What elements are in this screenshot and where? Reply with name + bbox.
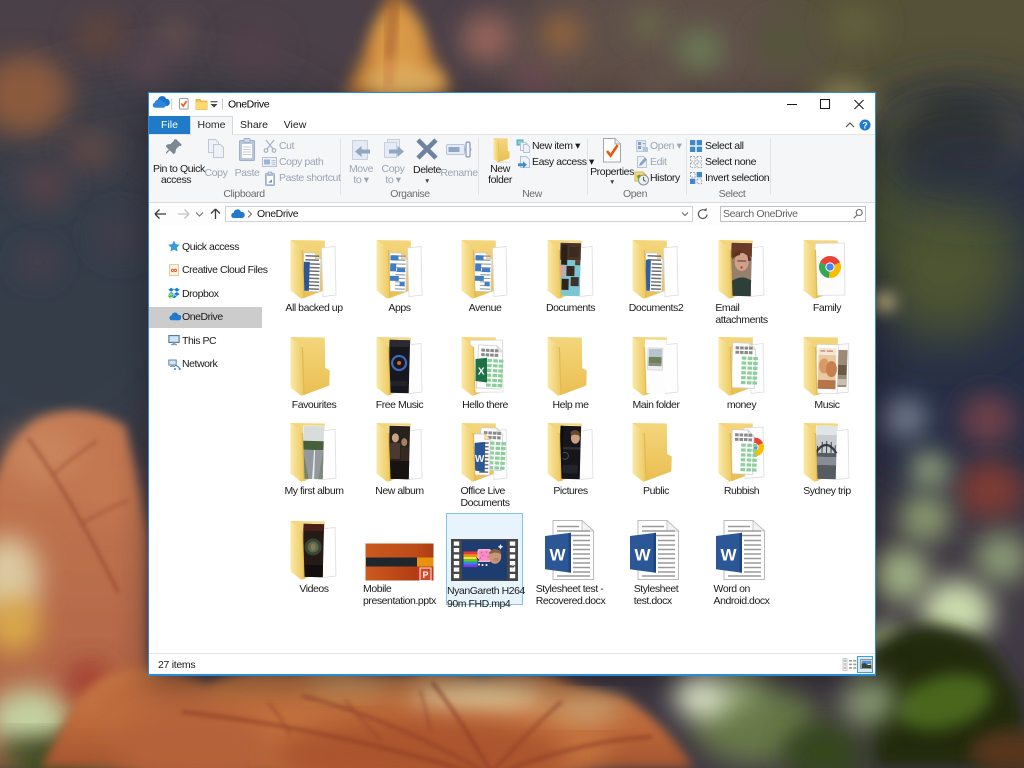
svg-text:OneDrive: OneDrive [228,99,270,111]
svg-text:X: X [478,367,485,378]
svg-text:P: P [422,570,428,580]
svg-text:∞: ∞ [171,265,178,275]
svg-text:?: ? [862,121,868,131]
svg-text:W: W [475,454,485,465]
